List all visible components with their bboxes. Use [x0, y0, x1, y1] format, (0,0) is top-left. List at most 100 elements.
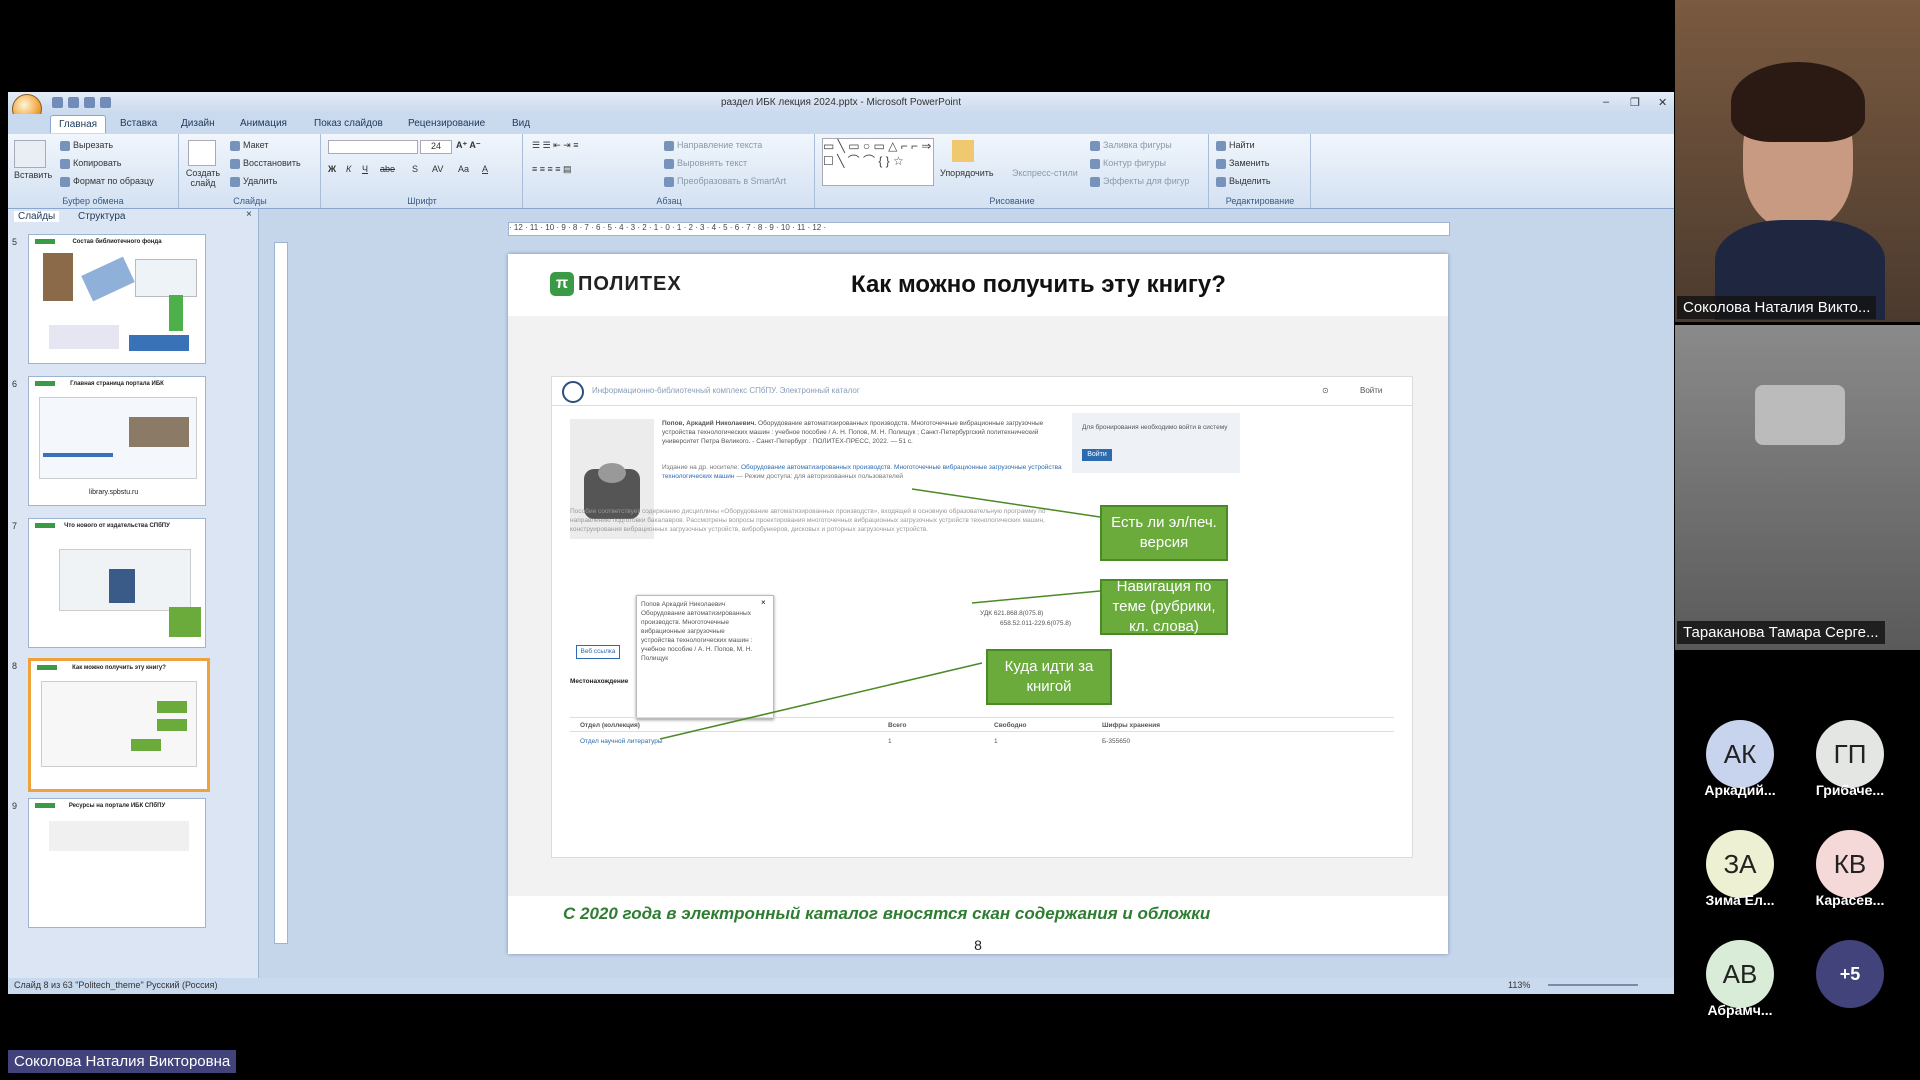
format-painter-button[interactable]: Формат по образцу [60, 176, 154, 187]
shape-effects-button[interactable]: Эффекты для фигур [1090, 176, 1189, 187]
callout-line-where [659, 662, 983, 740]
avatar-name: Абрамч... [1707, 1002, 1773, 1018]
thumb-footer: library.spbstu.ru [89, 489, 139, 496]
font-color-icon[interactable]: A [482, 164, 488, 174]
slide-thumbnail-9[interactable]: Ресурсы на портале ИБК СПбПУ [28, 798, 206, 928]
tab-slides[interactable]: Слайды [14, 211, 60, 222]
bullets-icon[interactable]: ☰ ☰ ⇤ ⇥ ≡ [532, 140, 578, 151]
ribbon-tabs: Главная Вставка Дизайн Анимация Показ сл… [8, 114, 1674, 134]
layout-button[interactable]: Макет [230, 140, 268, 151]
underline-icon[interactable]: Ч [362, 164, 368, 174]
thumb-title: Главная страница портала ИБК [70, 381, 164, 387]
italic-icon[interactable]: К [346, 164, 351, 174]
thumb-number: 8 [12, 661, 18, 671]
slide-thumbnail-8[interactable]: Как можно получить эту книгу? [28, 658, 210, 792]
new-slide-button[interactable]: Создать слайд [184, 168, 222, 188]
grow-font-icon[interactable]: A⁺ A⁻ [456, 140, 481, 151]
panel-close-icon[interactable]: × [246, 209, 252, 220]
shapes-gallery[interactable]: ▭ ╲ ▭ ○ ▭ △ ⌐ ⌐ ⇒ ☐ ╲ ⌒ ⌒ { } ☆ [822, 138, 934, 186]
maximize-icon[interactable]: ❐ [1630, 96, 1640, 109]
shape-fill-button[interactable]: Заливка фигуры [1090, 140, 1172, 151]
zoom-slider[interactable] [1548, 984, 1638, 986]
new-slide-icon[interactable] [188, 140, 216, 166]
slide-thumbnail-7[interactable]: Что нового от издательства СПбПУ [28, 518, 206, 648]
cut-button[interactable]: Вырезать [60, 140, 113, 151]
replace-button[interactable]: Заменить [1216, 158, 1269, 169]
slide-thumbnail-6[interactable]: Главная страница портала ИБК library.spb… [28, 376, 206, 506]
fill-icon [1090, 140, 1100, 151]
reset-button[interactable]: Восстановить [230, 158, 301, 169]
select-icon [1216, 176, 1226, 187]
ribbon: Вставить Вырезать Копировать Формат по о… [8, 134, 1674, 209]
catalog-screenshot: Информационно-библиотечный комплекс СПбП… [551, 376, 1413, 858]
tab-review[interactable]: Рецензирование [408, 118, 485, 129]
tab-slideshow[interactable]: Показ слайдов [314, 118, 383, 129]
close-icon[interactable]: ✕ [1658, 96, 1667, 109]
find-button[interactable]: Найти [1216, 140, 1255, 151]
callout-where: Куда идти за книгой [986, 649, 1112, 705]
thumb-title: Ресурсы на портале ИБК СПбПУ [68, 803, 166, 809]
bold-icon[interactable]: Ж [328, 164, 336, 174]
effects-icon [1090, 176, 1100, 187]
avatar[interactable]: ГП [1816, 720, 1884, 788]
slide-thumbnail-5[interactable]: Состав библиотечного фонда [28, 234, 206, 364]
copy-button[interactable]: Копировать [60, 158, 121, 169]
callout-line-version [911, 488, 1101, 518]
text-direction-button[interactable]: Направление текста [664, 140, 762, 151]
select-button[interactable]: Выделить [1216, 176, 1271, 187]
strike-icon[interactable]: abe [380, 164, 395, 174]
vertical-ruler[interactable] [274, 242, 288, 944]
arrange-icon[interactable] [952, 140, 974, 162]
shape-outline-button[interactable]: Контур фигуры [1090, 158, 1166, 169]
quick-styles-button[interactable]: Экспресс-стили [1012, 168, 1078, 178]
text-direction-icon [664, 140, 674, 151]
shadow-icon[interactable]: S [412, 164, 418, 174]
tab-view[interactable]: Вид [512, 118, 530, 129]
horizontal-ruler[interactable]: · 12 · 11 · 10 · 9 · 8 · 7 · 6 · 5 · 4 ·… [508, 222, 1450, 236]
avatar-name: Зима Ел... [1705, 892, 1775, 908]
avatar[interactable]: АВ [1706, 940, 1774, 1008]
group-slides: Создать слайд Макет Восстановить Удалить… [180, 134, 321, 208]
tab-outline[interactable]: Структура [78, 211, 125, 222]
font-label: Шрифт [407, 196, 437, 206]
minimize-icon[interactable]: – [1603, 96, 1609, 108]
thumb-number: 9 [12, 801, 18, 811]
align-icons[interactable]: ≡ ≡ ≡ ≡ ▤ [532, 164, 572, 175]
font-size-input[interactable]: 24 [420, 140, 452, 154]
avatar[interactable]: ЗА [1706, 830, 1774, 898]
callout-lines [659, 488, 1101, 740]
tab-home[interactable]: Главная [50, 115, 107, 133]
slide-canvas[interactable]: π ПОЛИТЕХ Как можно получить эту книгу? … [508, 254, 1448, 954]
callout-version: Есть ли эл/печ. версия [1100, 505, 1228, 561]
smartart-button[interactable]: Преобразовать в SmartArt [664, 176, 786, 187]
paste-button[interactable]: Вставить [14, 170, 52, 180]
tab-insert[interactable]: Вставка [120, 118, 157, 129]
thumb-title: Состав библиотечного фонда [72, 239, 162, 245]
align-text-icon [664, 158, 674, 169]
callout-line-nav [971, 590, 1101, 604]
slide-header: π ПОЛИТЕХ Как можно получить эту книгу? [508, 254, 1448, 317]
thumb-number: 6 [12, 379, 18, 389]
more-participants-button[interactable]: +5 [1816, 940, 1884, 1008]
font-name-input[interactable] [328, 140, 418, 154]
avatar[interactable]: АК [1706, 720, 1774, 788]
thumb-number: 7 [12, 521, 18, 531]
tab-animation[interactable]: Анимация [240, 118, 287, 129]
tab-design[interactable]: Дизайн [181, 118, 215, 129]
slide-caption: С 2020 года в электронный каталог вносят… [563, 904, 1211, 923]
paste-icon[interactable] [14, 140, 46, 168]
case-icon[interactable]: Aa [458, 164, 469, 174]
group-drawing: ▭ ╲ ▭ ○ ▭ △ ⌐ ⌐ ⇒ ☐ ╲ ⌒ ⌒ { } ☆ Упорядоч… [816, 134, 1209, 208]
spacing-icon[interactable]: AV [432, 164, 443, 174]
paragraph-label: Абзац [656, 196, 682, 206]
replace-icon [1216, 158, 1226, 169]
arrange-button[interactable]: Упорядочить [940, 168, 994, 178]
participant-name: Соколова Наталия Викто... [1677, 296, 1877, 319]
avatar[interactable]: КВ [1816, 830, 1884, 898]
editing-label: Редактирование [1225, 196, 1295, 206]
binoculars-icon [1216, 140, 1226, 151]
zoom-level[interactable]: 113% [1508, 980, 1530, 990]
clipboard-label: Буфер обмена [62, 196, 124, 206]
delete-slide-button[interactable]: Удалить [230, 176, 277, 187]
align-text-button[interactable]: Выровнять текст [664, 158, 747, 169]
